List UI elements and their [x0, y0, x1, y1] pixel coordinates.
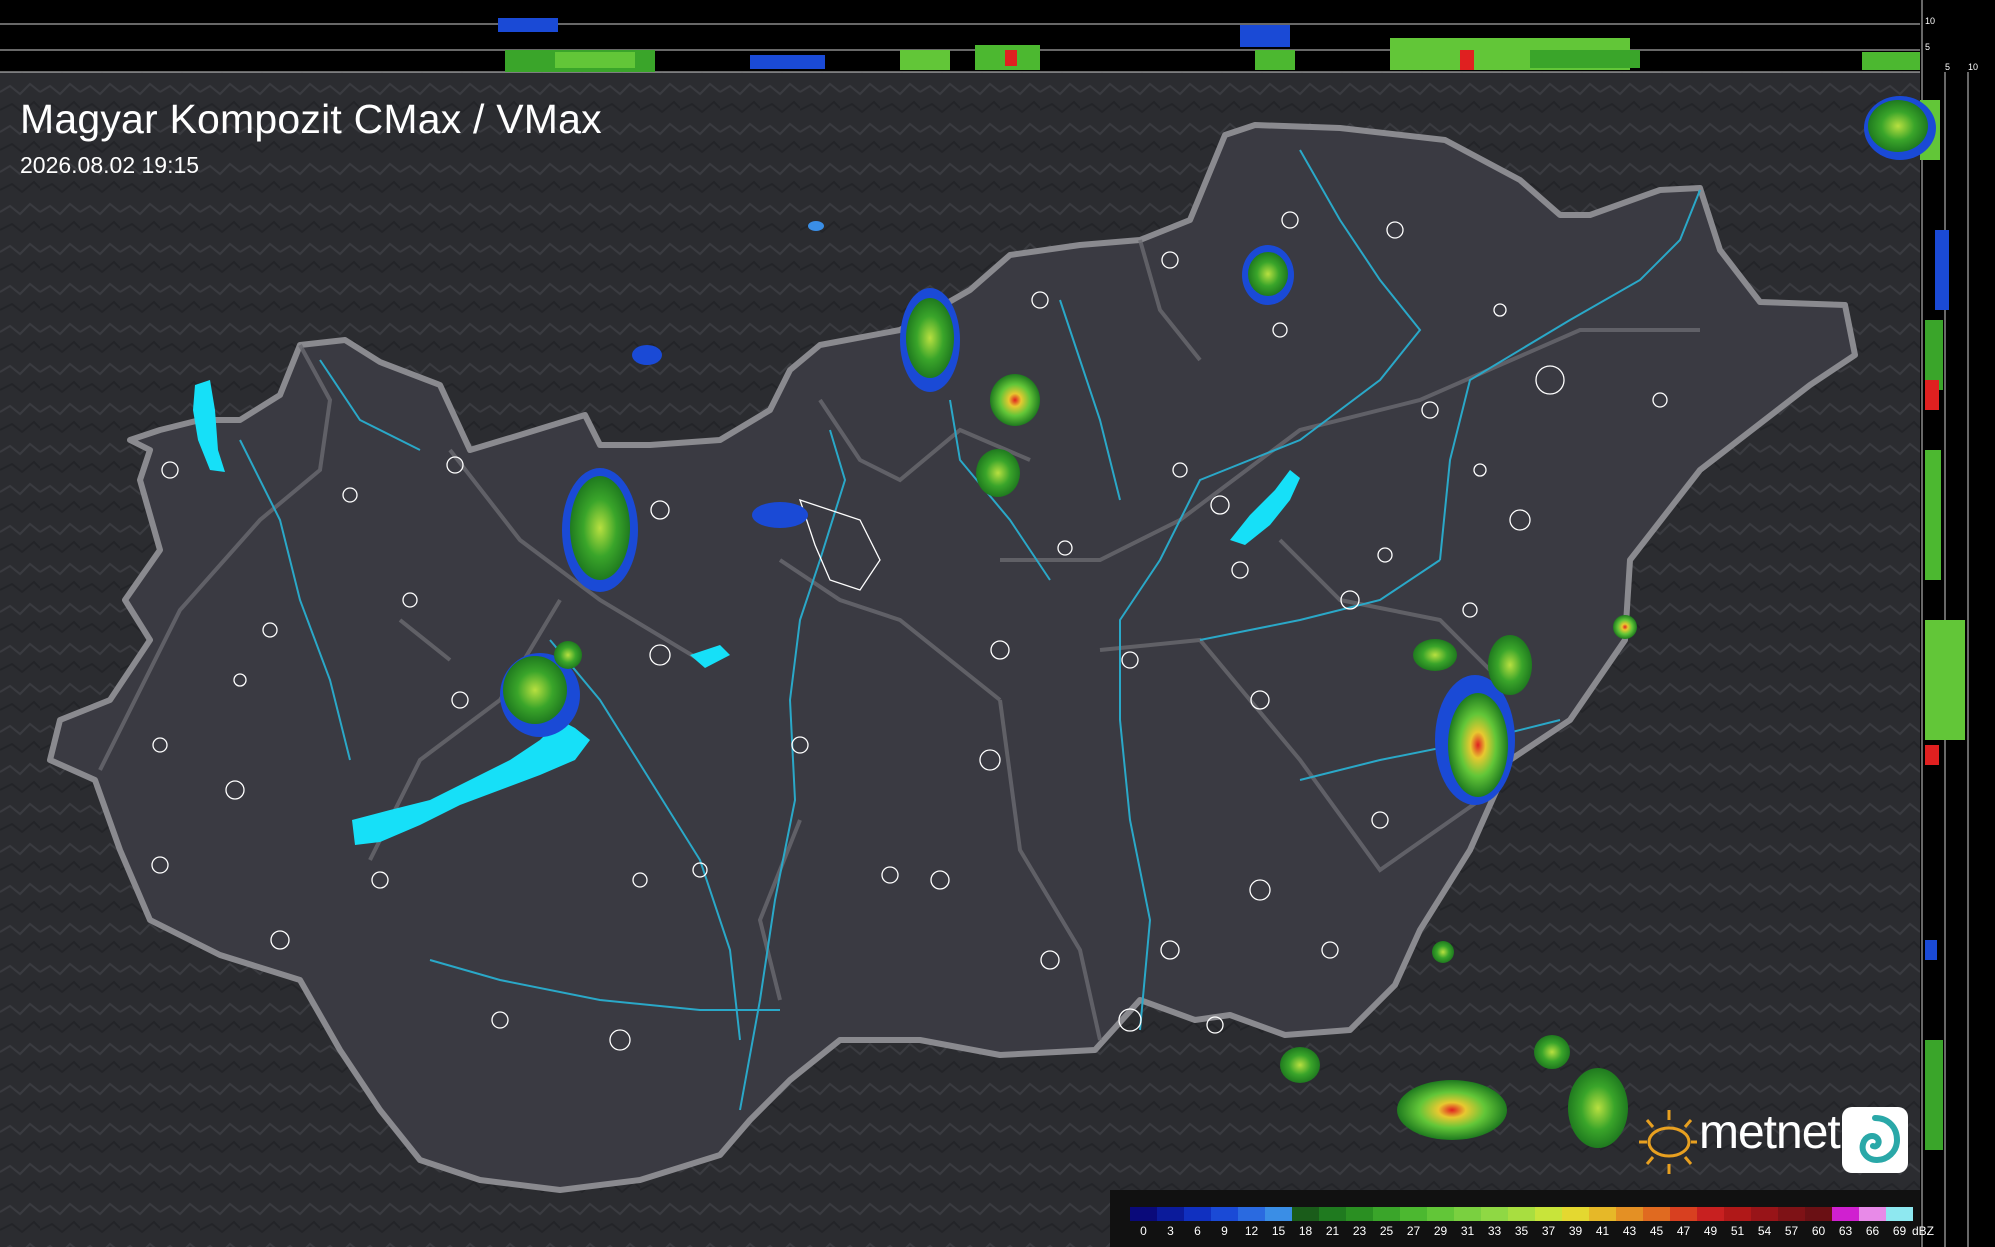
legend-label: 21: [1325, 1224, 1340, 1238]
legend-swatch: [1346, 1207, 1373, 1221]
legend-label: 54: [1757, 1224, 1772, 1238]
legend-label: 43: [1622, 1224, 1637, 1238]
legend-label: 57: [1784, 1224, 1799, 1238]
brand-name: metnet: [1699, 1106, 1841, 1159]
legend-label: 47: [1676, 1224, 1691, 1238]
legend-swatch: [1724, 1207, 1751, 1221]
legend-label: 29: [1433, 1224, 1448, 1238]
legend-label: 35: [1514, 1224, 1529, 1238]
legend-label: 27: [1406, 1224, 1421, 1238]
legend-label: 23: [1352, 1224, 1367, 1238]
map-title: Magyar Kompozit CMax / VMax: [20, 96, 602, 142]
legend-swatch: [1616, 1207, 1643, 1221]
legend-swatch: [1670, 1207, 1697, 1221]
legend-swatch: [1400, 1207, 1427, 1221]
legend-label: 6: [1194, 1224, 1201, 1238]
legend-swatch: [1319, 1207, 1346, 1221]
map-timestamp: 2026.08.02 19:15: [20, 152, 200, 178]
legend-swatch: [1832, 1207, 1859, 1221]
top-scale-label-5: 5: [1925, 42, 1931, 52]
legend-label: 39: [1568, 1224, 1583, 1238]
legend-label: 25: [1379, 1224, 1394, 1238]
legend-label: 18: [1298, 1224, 1313, 1238]
legend-swatch: [1211, 1207, 1238, 1221]
legend-swatch: [1508, 1207, 1535, 1221]
legend-label: 33: [1487, 1224, 1502, 1238]
legend-label: 49: [1703, 1224, 1718, 1238]
legend-labels: 0 3 6 9 12 15 18 21 23 25 27 29 31 33 35 37 39 41 43 45 47 49…: [1120, 1224, 1934, 1242]
legend-label: 37: [1541, 1224, 1556, 1238]
radar-map: [0, 0, 1995, 1247]
legend-swatch: [1184, 1207, 1211, 1221]
legend-label: 66: [1865, 1224, 1880, 1238]
legend-swatch: [1535, 1207, 1562, 1221]
legend-swatch: [1859, 1207, 1886, 1221]
legend-swatch: [1697, 1207, 1724, 1221]
legend-swatch: [1562, 1207, 1589, 1221]
top-scale-label-10: 10: [1925, 16, 1936, 26]
legend-swatch: [1265, 1207, 1292, 1221]
metnet-logo: metnet: [1635, 1100, 1909, 1180]
sun-logo-icon: [1639, 1110, 1697, 1174]
legend-label: 63: [1838, 1224, 1853, 1238]
legend-swatch: [1157, 1207, 1184, 1221]
legend-label: 69: [1892, 1224, 1907, 1238]
legend-label: 51: [1730, 1224, 1745, 1238]
legend-label: 41: [1595, 1224, 1610, 1238]
legend-swatch: [1805, 1207, 1832, 1221]
legend-swatch: [1643, 1207, 1670, 1221]
legend-swatch: [1292, 1207, 1319, 1221]
legend-swatch: [1589, 1207, 1616, 1221]
legend-swatch: [1427, 1207, 1454, 1221]
legend-label: 12: [1244, 1224, 1259, 1238]
side-scale-label-5: 5: [1945, 62, 1951, 72]
side-scale-label-10: 10: [1968, 62, 1979, 72]
legend-swatch: [1130, 1207, 1157, 1221]
legend-swatch: [1751, 1207, 1778, 1221]
spiral-app-icon: [1842, 1107, 1908, 1173]
legend-swatch: [1778, 1207, 1805, 1221]
legend-swatch: [1886, 1207, 1913, 1221]
legend-label: 60: [1811, 1224, 1826, 1238]
legend-label: 15: [1271, 1224, 1286, 1238]
legend-label: 9: [1221, 1224, 1228, 1238]
legend-color-bar: [1130, 1207, 1913, 1221]
legend-label: 31: [1460, 1224, 1475, 1238]
legend-label: 0: [1140, 1224, 1147, 1238]
legend-swatch: [1373, 1207, 1400, 1221]
legend-label: 3: [1167, 1224, 1174, 1238]
legend-swatch: [1481, 1207, 1508, 1221]
legend-swatch: [1238, 1207, 1265, 1221]
legend-swatch: [1454, 1207, 1481, 1221]
legend-label: 45: [1649, 1224, 1664, 1238]
legend-unit: dBZ: [1911, 1224, 1935, 1238]
